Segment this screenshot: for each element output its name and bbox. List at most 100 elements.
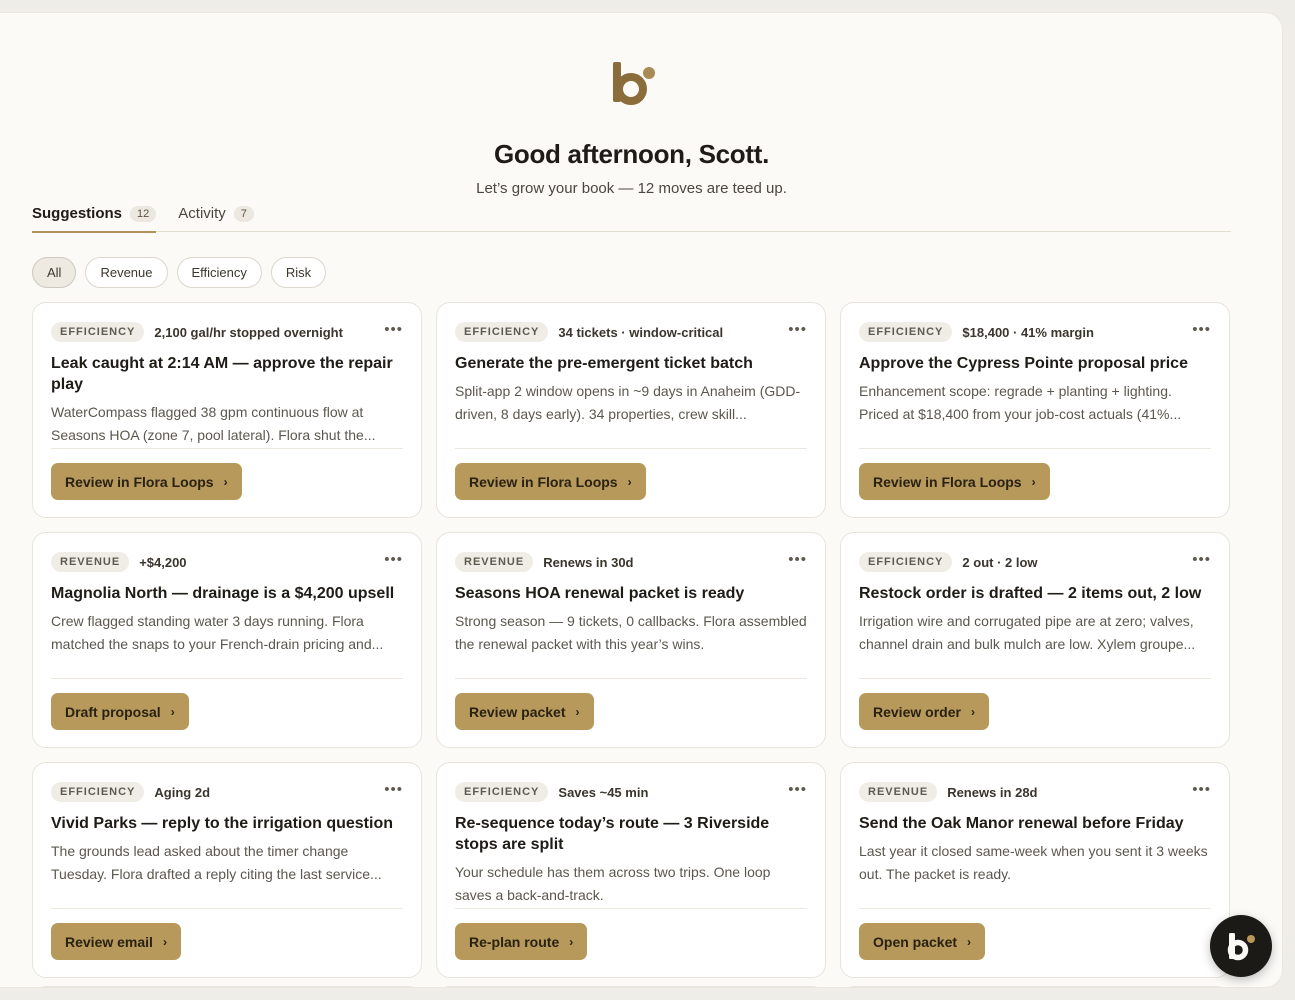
- suggestion-card[interactable]: EFFICIENCY 2,100 gal/hr stopped overnigh…: [32, 302, 422, 518]
- card-divider: [455, 908, 807, 909]
- card-header: REVENUE +$4,200: [51, 551, 403, 573]
- filter-chip-risk[interactable]: Risk: [270, 257, 327, 288]
- card-divider: [859, 678, 1211, 679]
- tab-bar: Suggestions 12 Activity 7: [32, 199, 1231, 233]
- more-dots-icon[interactable]: •••: [788, 321, 807, 339]
- card-meta: 2 out · 2 low: [962, 554, 1038, 570]
- suggestion-card[interactable]: EFFICIENCY $18,400 · 41% margin ••• Appr…: [840, 302, 1230, 518]
- card-action-button[interactable]: Re-plan route ›: [455, 923, 588, 960]
- card-action-button[interactable]: Review in Flora Loops ›: [455, 463, 646, 500]
- card-meta: Saves ~45 min: [558, 784, 649, 800]
- suggestion-card[interactable]: EFFICIENCY Saves ~45 min ••• Re-sequence…: [436, 762, 826, 978]
- card-title: Approve the Cypress Pointe proposal pric…: [859, 355, 1188, 372]
- suggestion-card[interactable]: REVENUE Renews in 28d ••• Send the Oak M…: [840, 762, 1230, 978]
- card-header: EFFICIENCY $18,400 · 41% margin: [859, 321, 1211, 343]
- chevron-right-icon: ›: [569, 934, 574, 949]
- category-badge: EFFICIENCY: [859, 322, 953, 342]
- brand-logo-icon: [613, 62, 655, 105]
- suggestion-card-partial: [436, 986, 826, 987]
- card-action-button[interactable]: Review email ›: [51, 923, 181, 960]
- chevron-right-icon: ›: [627, 474, 632, 489]
- more-dots-icon[interactable]: •••: [384, 551, 403, 569]
- card-description: Your schedule has them across two trips.…: [455, 864, 771, 903]
- chevron-right-icon: ›: [1031, 474, 1036, 489]
- card-action-button[interactable]: Draft proposal ›: [51, 693, 189, 730]
- suggestion-card[interactable]: EFFICIENCY Aging 2d ••• Vivid Parks — re…: [32, 762, 422, 978]
- card-meta: 2,100 gal/hr stopped overnight: [154, 324, 343, 340]
- more-dots-icon[interactable]: •••: [384, 321, 403, 339]
- category-badge: REVENUE: [859, 782, 938, 802]
- more-dots-icon[interactable]: •••: [1192, 781, 1211, 799]
- suggestion-card[interactable]: REVENUE +$4,200 ••• Magnolia North — dra…: [32, 532, 422, 748]
- card-header: EFFICIENCY 2,100 gal/hr stopped overnigh…: [51, 321, 403, 343]
- card-divider: [455, 448, 807, 449]
- card-header: REVENUE Renews in 30d: [455, 551, 807, 573]
- action-label: Open packet: [873, 933, 958, 950]
- chevron-right-icon: ›: [170, 704, 175, 719]
- category-badge: EFFICIENCY: [455, 782, 549, 802]
- card-title: Generate the pre-emergent ticket batch: [455, 355, 753, 372]
- action-label: Review email: [65, 933, 153, 950]
- assistant-bubble-icon: [1227, 933, 1255, 961]
- category-badge: EFFICIENCY: [859, 552, 953, 572]
- card-description: Crew flagged standing water 3 days runni…: [51, 613, 384, 652]
- greeting-subtitle: Let’s grow your book — 12 moves are teed…: [476, 180, 787, 197]
- suggestion-card[interactable]: REVENUE Renews in 30d ••• Seasons HOA re…: [436, 532, 826, 748]
- tab-label: Suggestions: [32, 205, 123, 222]
- chevron-right-icon: ›: [575, 704, 580, 719]
- more-dots-icon[interactable]: •••: [1192, 551, 1211, 569]
- card-meta: Renews in 30d: [543, 554, 634, 570]
- card-description: Irrigation wire and corrugated pipe are …: [859, 613, 1196, 652]
- card-meta: $18,400 · 41% margin: [962, 324, 1094, 340]
- card-action-button[interactable]: Review order ›: [859, 693, 989, 730]
- filter-chip-all[interactable]: All: [32, 257, 77, 288]
- card-header: EFFICIENCY Aging 2d: [51, 781, 403, 803]
- tab-activity[interactable]: Activity 7: [178, 199, 254, 232]
- card-title: Seasons HOA renewal packet is ready: [455, 585, 745, 602]
- more-dots-icon[interactable]: •••: [384, 781, 403, 799]
- card-description: Split-app 2 window opens in ~9 days in A…: [455, 383, 801, 422]
- card-action-button[interactable]: Review packet ›: [455, 693, 594, 730]
- card-action-button[interactable]: Review in Flora Loops ›: [51, 463, 242, 500]
- suggestion-card[interactable]: EFFICIENCY 2 out · 2 low ••• Restock ord…: [840, 532, 1230, 748]
- tab-suggestions[interactable]: Suggestions 12: [32, 199, 157, 233]
- card-header: EFFICIENCY 34 tickets · window-critical: [455, 321, 807, 343]
- filter-chip-efficiency[interactable]: Efficiency: [176, 257, 262, 288]
- suggestion-card-partial: [840, 986, 1230, 987]
- card-title: Re-sequence today’s route — 3 Riverside …: [455, 815, 770, 853]
- card-header: REVENUE Renews in 28d: [859, 781, 1211, 803]
- card-divider: [51, 448, 403, 449]
- card-action-button[interactable]: Review in Flora Loops ›: [859, 463, 1050, 500]
- suggestion-card-partial: [32, 986, 422, 987]
- chevron-right-icon: ›: [162, 934, 167, 949]
- card-description: Last year it closed same-week when you s…: [859, 843, 1208, 882]
- action-label: Review order: [873, 703, 961, 720]
- card-meta: +$4,200: [139, 554, 187, 570]
- card-title: Leak caught at 2:14 AM — approve the rep…: [51, 355, 393, 393]
- card-action-button[interactable]: Open packet ›: [859, 923, 986, 960]
- suggestion-card[interactable]: EFFICIENCY 34 tickets · window-critical …: [436, 302, 826, 518]
- more-dots-icon[interactable]: •••: [788, 781, 807, 799]
- suggestion-grid: EFFICIENCY 2,100 gal/hr stopped overnigh…: [32, 302, 1232, 978]
- action-label: Re-plan route: [469, 933, 560, 950]
- chevron-right-icon: ›: [967, 934, 972, 949]
- card-header: EFFICIENCY 2 out · 2 low: [859, 551, 1211, 573]
- next-row-cards: [32, 986, 1232, 987]
- card-divider: [51, 678, 403, 679]
- card-description: WaterCompass flagged 38 gpm continuous f…: [51, 404, 376, 443]
- more-dots-icon[interactable]: •••: [788, 551, 807, 569]
- card-divider: [859, 448, 1211, 449]
- category-badge: EFFICIENCY: [51, 322, 145, 342]
- card-divider: [51, 908, 403, 909]
- filter-chip-revenue[interactable]: Revenue: [85, 257, 168, 288]
- card-title: Send the Oak Manor renewal before Friday: [859, 815, 1184, 832]
- card-meta: Renews in 28d: [947, 784, 1038, 800]
- filter-chips: All Revenue Efficiency Risk: [32, 257, 327, 288]
- more-dots-icon[interactable]: •••: [1192, 321, 1211, 339]
- card-divider: [859, 908, 1211, 909]
- action-label: Draft proposal: [65, 703, 161, 720]
- assistant-button[interactable]: [1210, 915, 1272, 977]
- category-badge: EFFICIENCY: [455, 322, 549, 342]
- card-description: The grounds lead asked about the timer c…: [51, 843, 382, 882]
- action-label: Review in Flora Loops: [469, 473, 618, 490]
